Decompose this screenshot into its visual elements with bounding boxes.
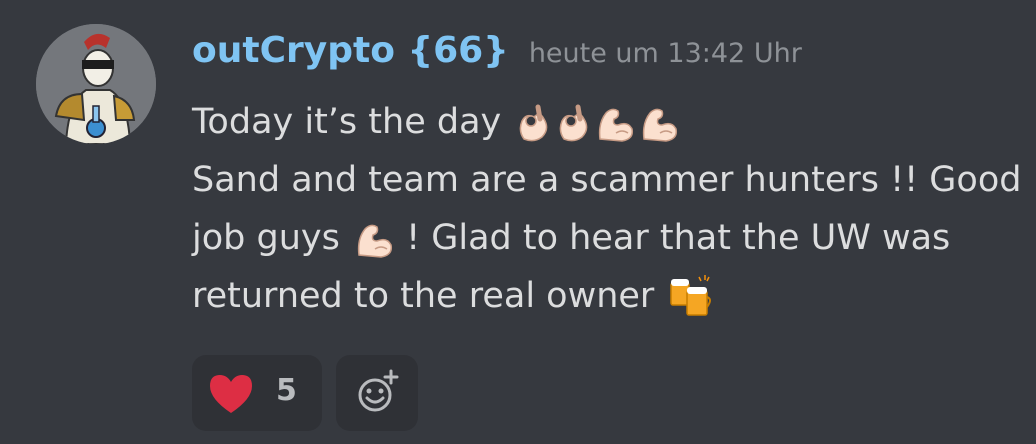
message-timestamp: heute um 13:42 Uhr xyxy=(528,38,802,69)
ok-hand-emoji xyxy=(516,103,552,143)
message-header: outCrypto {66} heute um 13:42 Uhr xyxy=(192,30,802,71)
message-text: ! Glad to hear that the UW was xyxy=(406,218,951,258)
message-content: Today it’s the day Sand and team are a s… xyxy=(192,93,1022,325)
message-text: returned to the real owner xyxy=(192,276,655,316)
message-text: Today it’s the day xyxy=(192,102,502,142)
flexed-biceps-emoji xyxy=(640,103,680,143)
ok-hand-emoji xyxy=(556,103,592,143)
flexed-biceps-emoji xyxy=(596,103,636,143)
reaction-count: 5 xyxy=(276,373,297,408)
message-text: Sand and team are a scammer hunters !! G… xyxy=(192,160,1022,200)
message-line: Sand and team are a scammer hunters !! G… xyxy=(192,151,1022,209)
message-line: returned to the real owner xyxy=(192,267,1022,325)
flexed-biceps-emoji xyxy=(355,219,395,259)
add-reaction-button[interactable] xyxy=(336,355,418,431)
message-line: Today it’s the day xyxy=(192,93,1022,151)
clinking-beer-mugs-emoji xyxy=(669,273,715,317)
message-text: job guys xyxy=(192,218,340,258)
user-avatar[interactable] xyxy=(36,24,156,144)
add-reaction-icon xyxy=(358,369,399,412)
reaction-heart[interactable]: 5 xyxy=(192,355,322,431)
message-line: job guys ! Glad to hear that the UW was xyxy=(192,209,1022,267)
chat-message: outCrypto {66} heute um 13:42 Uhr Today i… xyxy=(0,0,1036,444)
heart-icon xyxy=(210,375,252,413)
avatar-image xyxy=(36,24,156,144)
author-name[interactable]: outCrypto {66} xyxy=(192,30,509,71)
